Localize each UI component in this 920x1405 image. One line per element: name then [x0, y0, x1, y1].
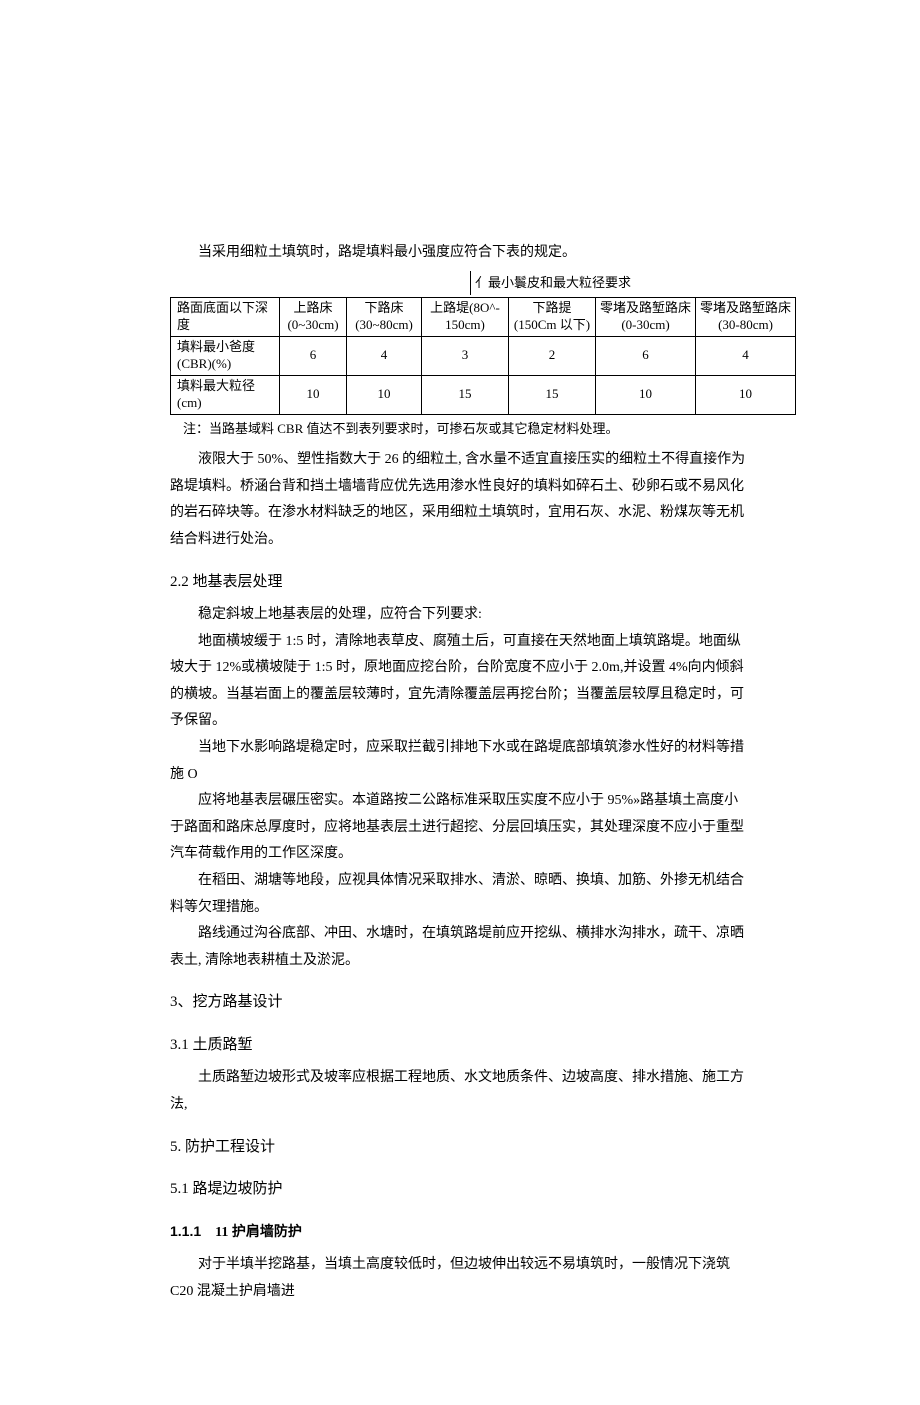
heading-5: 5. 防护工程设计 [170, 1133, 750, 1162]
cell: 3 [422, 336, 509, 375]
paragraph: 当地下水影响路堤稳定时，应采取拦截引排地下水或在路堤底部填筑渗水性好的材料等措施… [170, 735, 750, 788]
requirements-table: 路面底面以下深度 上路床(0~30cm) 下路床(30~80cm) 上路堤(8O… [170, 297, 796, 414]
paragraph: 对于半填半挖路基，当填土高度较低时，但边坡伸出较远不易填筑时，一般情况下浇筑 C… [170, 1252, 750, 1305]
th-upper-bed: 上路床(0~30cm) [280, 298, 347, 337]
table-note: 注：当路基域料 CBR 值达不到表列要求时，可掺石灰或其它稳定材料处理。 [170, 417, 750, 442]
paragraph: 土质路堑边坡形式及坡率应根据工程地质、水文地质条件、边坡高度、排水措施、施工方法… [170, 1065, 750, 1118]
heading-3-1: 3.1 土质路堑 [170, 1031, 750, 1060]
th-depth: 路面底面以下深度 [171, 298, 280, 337]
cell: 4 [696, 336, 796, 375]
cell: 10 [280, 375, 347, 414]
row-grain-label: 填料最大粒径(cm) [171, 375, 280, 414]
paragraph: 应将地基表层碾压密实。本道路按二公路标准采取压实度不应小于 95%»路基填土高度… [170, 788, 750, 868]
th-zero2: 零堵及路堑路床(30-80cm) [696, 298, 796, 337]
heading-2-2: 2.2 地基表层处理 [170, 568, 750, 597]
row-cbr-label: 填料最小爸度(CBR)(%) [171, 336, 280, 375]
heading-1-1-1: 1.1.1 11 护肩墙防护 [170, 1218, 750, 1247]
cell: 10 [696, 375, 796, 414]
th-lower-bed: 下路床(30~80cm) [347, 298, 422, 337]
paragraph: 路线通过沟谷底部、冲田、水塘时，在填筑路堤前应开挖纵、横排水沟排水，疏干、凉晒表… [170, 921, 750, 974]
cell: 10 [347, 375, 422, 414]
paragraph: 稳定斜坡上地基表层的处理，应符合下列要求: [170, 602, 750, 629]
paragraph: 在稻田、湖塘等地段，应视具体情况采取排水、清淤、晾晒、换填、加筋、外掺无机结合料… [170, 868, 750, 921]
th-upper-emb: 上路堤(8O^-150cm) [422, 298, 509, 337]
cell: 4 [347, 336, 422, 375]
table-header-row: 路面底面以下深度 上路床(0~30cm) 下路床(30~80cm) 上路堤(8O… [171, 298, 796, 337]
table-title: 亻最小鬟皮和最大粒径要求 [470, 271, 631, 296]
cell: 6 [280, 336, 347, 375]
th-zero1: 零堵及路堑路床(0-30cm) [596, 298, 696, 337]
cell: 6 [596, 336, 696, 375]
heading-text: 11 护肩墙防护 [215, 1225, 302, 1240]
table-row: 填料最小爸度(CBR)(%) 6 4 3 2 6 4 [171, 336, 796, 375]
heading-3: 3、挖方路基设计 [170, 988, 750, 1017]
table-row: 填料最大粒径(cm) 10 10 15 15 10 10 [171, 375, 796, 414]
paragraph: 液限大于 50%、塑性指数大于 26 的细粒土, 含水量不适宜直接压实的细粒土不… [170, 447, 750, 553]
cell: 15 [509, 375, 596, 414]
cell: 15 [422, 375, 509, 414]
th-lower-emb: 下路提(150Cm 以下) [509, 298, 596, 337]
paragraph-intro: 当采用细粒土填筑时，路堤填料最小强度应符合下表的规定。 [170, 240, 750, 267]
paragraph: 地面横坡缓于 1:5 时，清除地表草皮、腐殖土后，可直接在天然地面上填筑路堤。地… [170, 629, 750, 735]
cell: 2 [509, 336, 596, 375]
heading-number: 1.1.1 [170, 1223, 201, 1239]
heading-5-1: 5.1 路堤边坡防护 [170, 1175, 750, 1204]
cell: 10 [596, 375, 696, 414]
